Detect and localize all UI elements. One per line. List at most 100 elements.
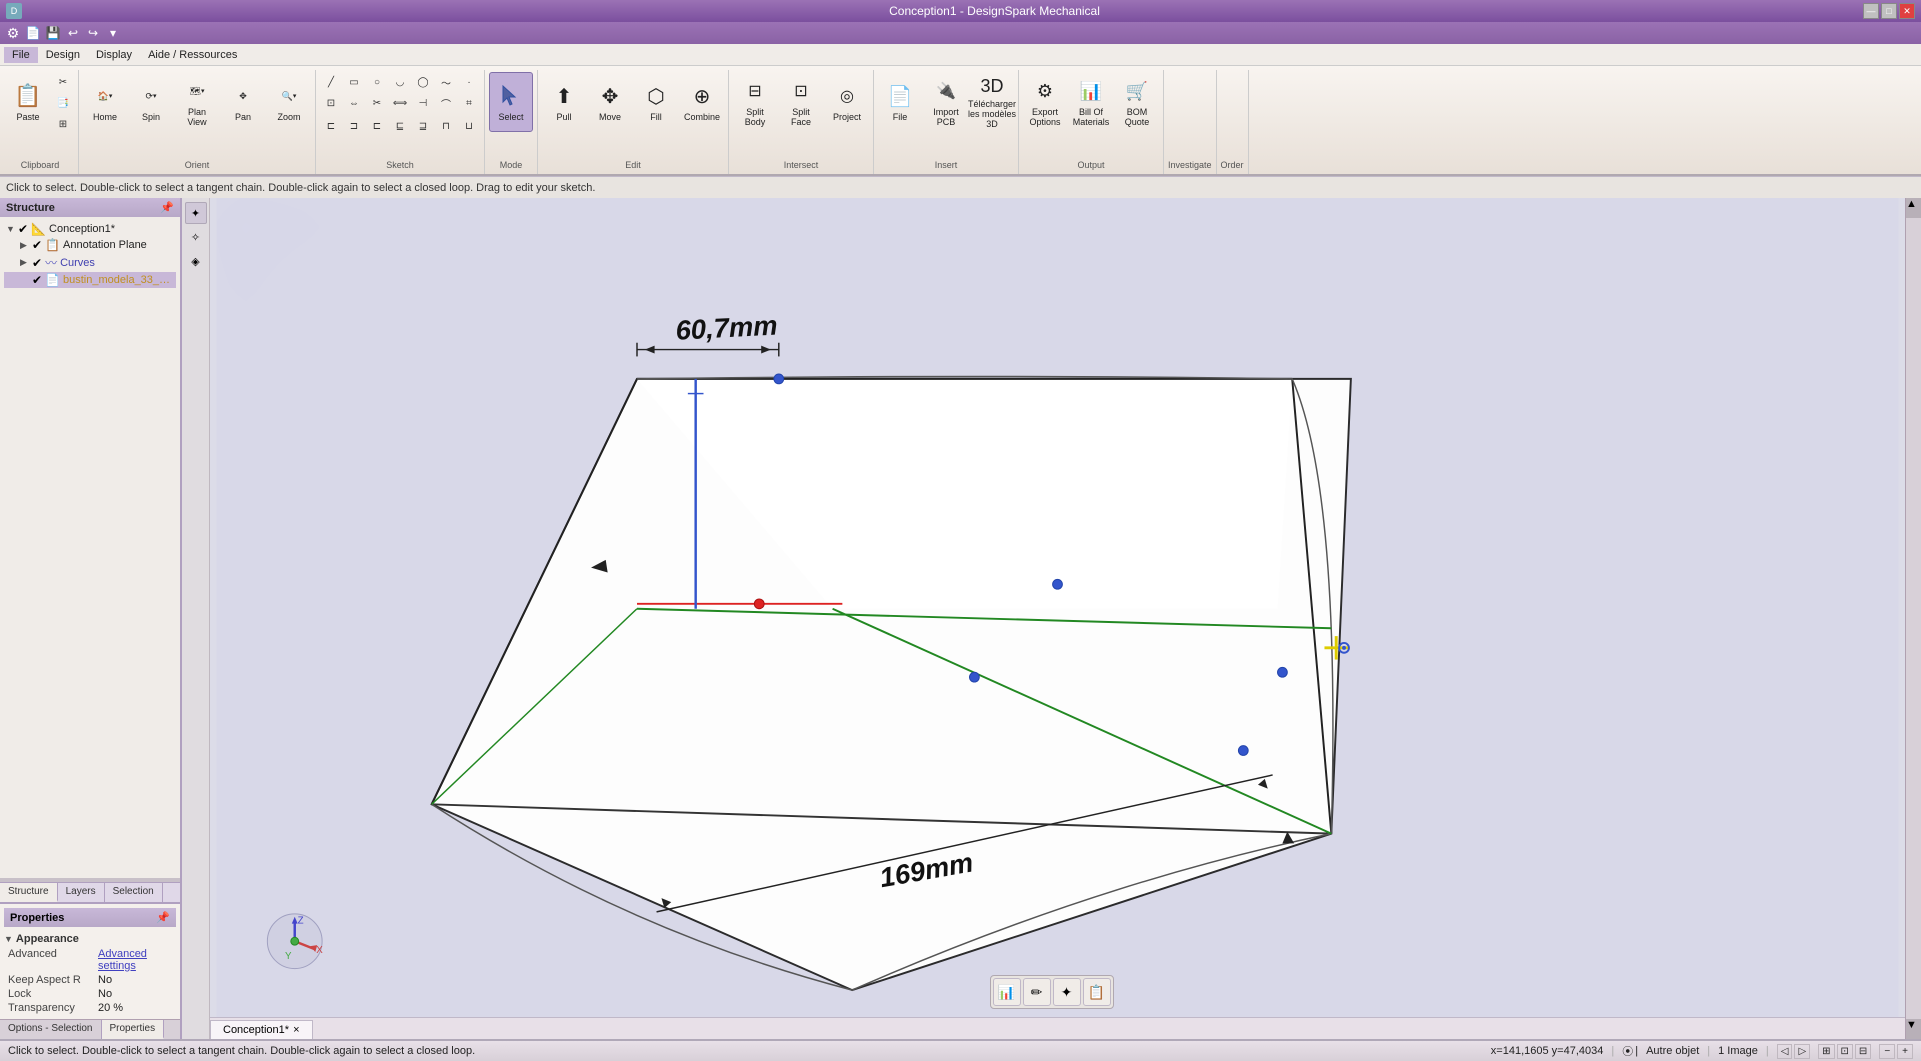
undo-button[interactable]: ↩: [64, 24, 82, 42]
view-btn-3[interactable]: ⊟: [1855, 1044, 1871, 1059]
project-button[interactable]: ◎ Project: [825, 72, 869, 132]
pull-button[interactable]: ⬆ Pull: [542, 72, 586, 132]
menu-aide[interactable]: Aide / Ressources: [140, 47, 245, 63]
bottom-btn-3[interactable]: ✦: [1053, 978, 1081, 1006]
menu-design[interactable]: Design: [38, 47, 88, 63]
tree-item-conception[interactable]: ▼ ✔ 📐 Conception1*: [4, 221, 176, 237]
transparency-value: 20 %: [98, 1002, 172, 1014]
bottom-btn-2[interactable]: ✏: [1023, 978, 1051, 1006]
status-view-buttons: ⊞ ⊡ ⊟: [1818, 1044, 1871, 1059]
line-button[interactable]: ╱: [320, 72, 342, 92]
redo-button[interactable]: ↪: [84, 24, 102, 42]
arc-button[interactable]: ◡: [389, 72, 411, 92]
sketch-extra5[interactable]: ⊒: [412, 116, 434, 136]
split-body-button[interactable]: ⊟ Split Body: [733, 72, 777, 132]
maximize-button[interactable]: □: [1881, 3, 1897, 19]
scroll-down[interactable]: ▼: [1906, 1019, 1921, 1039]
nav-prev[interactable]: ◁: [1777, 1044, 1793, 1059]
sketch-extra1[interactable]: ⊏: [320, 116, 342, 136]
bottom-btn-4[interactable]: 📋: [1083, 978, 1111, 1006]
right-scrollbar[interactable]: ▲ ▼: [1905, 198, 1921, 1039]
properties-pin-icon[interactable]: 📌: [156, 911, 170, 924]
left-tool-3[interactable]: ◈: [185, 250, 207, 272]
pan-button[interactable]: ✥ Pan: [221, 72, 265, 132]
menu-file[interactable]: File: [4, 47, 38, 63]
download-3d-button[interactable]: 3D Télécharger les modèles 3D: [970, 72, 1014, 132]
quick-access-dropdown[interactable]: ▾: [104, 24, 122, 42]
tab-options-selection[interactable]: Options - Selection: [0, 1020, 102, 1039]
structure-pin-icon[interactable]: 📌: [160, 201, 174, 214]
tree-item-model[interactable]: ✔ 📄 bustin_modela_33_tail_profi...: [4, 272, 176, 288]
sketch-extra6[interactable]: ⊓: [435, 116, 457, 136]
minimize-button[interactable]: —: [1863, 3, 1879, 19]
import-pcb-button[interactable]: 🔌 Import PCB: [924, 72, 968, 132]
canvas-area[interactable]: ✦ ✧ ◈: [182, 198, 1921, 1039]
save-button[interactable]: 💾: [44, 24, 62, 42]
select-button[interactable]: Select: [489, 72, 533, 132]
zoom-in[interactable]: +: [1897, 1044, 1913, 1059]
file-insert-button[interactable]: 📄 File: [878, 72, 922, 132]
left-tool-1[interactable]: ✦: [185, 202, 207, 224]
props-row-lock: Lock No: [4, 987, 176, 1001]
home-button[interactable]: 🏠▾ Home: [83, 72, 127, 132]
sketch-extra7[interactable]: ⊔: [458, 116, 480, 136]
zoom-button[interactable]: 🔍▾ Zoom: [267, 72, 311, 132]
bom-quote-button[interactable]: 🛒 BOM Quote: [1115, 72, 1159, 132]
move-button[interactable]: ✥ Move: [588, 72, 632, 132]
order-label: Order: [1221, 160, 1244, 172]
paste-button[interactable]: 📋 Paste: [6, 72, 50, 132]
cut-button[interactable]: ✂: [52, 72, 74, 92]
view-btn-1[interactable]: ⊞: [1818, 1044, 1834, 1059]
fillet-button[interactable]: ⌒: [435, 93, 457, 113]
point-button[interactable]: ·: [458, 72, 480, 92]
view-btn-2[interactable]: ⊡: [1837, 1044, 1853, 1059]
spline-button[interactable]: 〜: [435, 72, 457, 92]
trim-button[interactable]: ✂: [366, 93, 388, 113]
tree-item-curves[interactable]: ▶ ✔ 〰 Curves: [4, 253, 176, 272]
props-row-advanced: Advanced Advanced settings: [4, 947, 176, 973]
ellipse-button[interactable]: ◯: [412, 72, 434, 92]
tab-structure[interactable]: Structure: [0, 883, 58, 902]
canvas-tab-conception[interactable]: Conception1* ×: [210, 1020, 313, 1039]
scroll-up[interactable]: ▲: [1906, 198, 1921, 218]
nav-next[interactable]: ▷: [1794, 1044, 1810, 1059]
export-options-button[interactable]: ⚙ Export Options: [1023, 72, 1067, 132]
chamfer-button[interactable]: ⌗: [458, 93, 480, 113]
split-face-button[interactable]: ⊡ Split Face: [779, 72, 823, 132]
canvas-tab-close[interactable]: ×: [293, 1024, 299, 1036]
spin-button[interactable]: ⟳▾ Spin: [129, 72, 173, 132]
bill-materials-button[interactable]: 📊 Bill Of Materials: [1069, 72, 1113, 132]
combine-button[interactable]: ⊕ Combine: [680, 72, 724, 132]
sketch-extra2[interactable]: ⊐: [343, 116, 365, 136]
left-tool-2[interactable]: ✧: [185, 226, 207, 248]
advanced-value[interactable]: Advanced settings: [98, 948, 172, 972]
sketch-extra4[interactable]: ⊑: [389, 116, 411, 136]
mirror-button[interactable]: ⇔: [343, 93, 365, 113]
investigate-group: Investigate: [1164, 70, 1217, 174]
fill-button[interactable]: ⬡ Fill: [634, 72, 678, 132]
offset-button[interactable]: ⊡: [320, 93, 342, 113]
bottom-btn-1[interactable]: 📊: [993, 978, 1021, 1006]
menu-display[interactable]: Display: [88, 47, 140, 63]
structure-title: Structure: [6, 202, 55, 214]
mode-group: Select Mode: [485, 70, 538, 174]
zoom-out[interactable]: −: [1879, 1044, 1895, 1059]
split-button[interactable]: ⊣: [412, 93, 434, 113]
rect-button[interactable]: ▭: [343, 72, 365, 92]
sketch-extra3[interactable]: ⊏: [366, 116, 388, 136]
new-button[interactable]: 📄: [24, 24, 42, 42]
planview-button[interactable]: 🗺▾ Plan View: [175, 72, 219, 132]
close-button[interactable]: ✕: [1899, 3, 1915, 19]
transparency-label: Transparency: [8, 1002, 98, 1014]
tab-layers[interactable]: Layers: [58, 883, 105, 902]
extend-button[interactable]: ⟺: [389, 93, 411, 113]
copy-button[interactable]: 📑: [52, 93, 74, 113]
tree-item-annotation[interactable]: ▶ ✔ 📋 Annotation Plane: [4, 237, 176, 253]
tab-properties[interactable]: Properties: [102, 1020, 165, 1039]
appearance-label: Appearance: [16, 933, 79, 945]
drawing-canvas[interactable]: 60,7mm 169mm: [210, 198, 1905, 1039]
circle-button[interactable]: ○: [366, 72, 388, 92]
tab-selection[interactable]: Selection: [105, 883, 163, 902]
structure-tree: ▼ ✔ 📐 Conception1* ▶ ✔ 📋 Annotation Plan…: [0, 217, 180, 878]
paste-special-button[interactable]: ⊞: [52, 114, 74, 134]
